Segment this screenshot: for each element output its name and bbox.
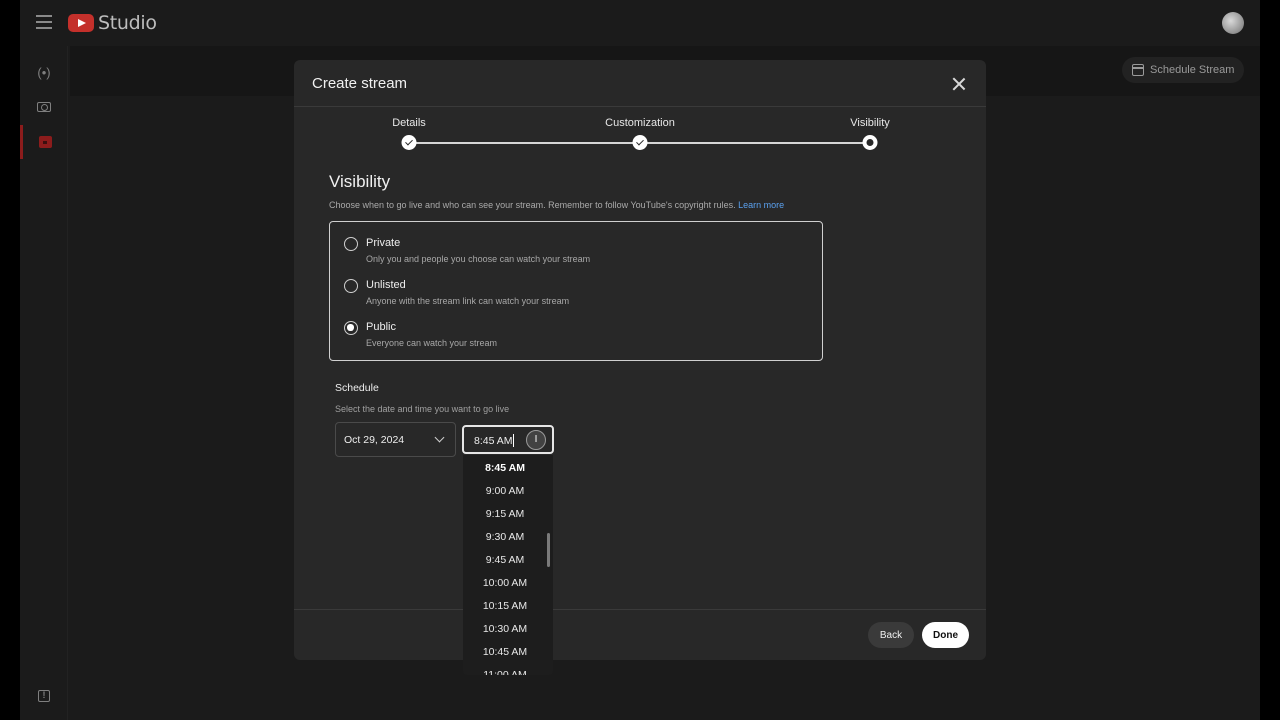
time-option[interactable]: 9:45 AM — [463, 548, 547, 571]
done-button[interactable]: Done — [922, 622, 969, 648]
public-description: Everyone can watch your stream — [366, 338, 498, 348]
back-button[interactable]: Back — [868, 622, 914, 648]
footer-divider — [294, 609, 986, 610]
sidebar-item-manage[interactable] — [20, 125, 68, 159]
time-value: 8:45 AM — [474, 435, 513, 447]
chevron-down-icon — [434, 432, 445, 443]
text-caret — [513, 434, 514, 447]
public-label: Public — [366, 321, 396, 333]
live-broadcast-icon[interactable]: (•) — [20, 55, 68, 89]
visibility-description: Choose when to go live and who can see y… — [329, 200, 784, 210]
time-input[interactable]: 8:45 AM I — [462, 425, 554, 454]
schedule-stream-label: Schedule Stream — [1150, 64, 1235, 76]
time-list-scrollbar[interactable] — [547, 533, 550, 567]
studio-logo[interactable]: Studio — [68, 12, 157, 34]
avatar[interactable] — [1222, 12, 1244, 34]
unlisted-description: Anyone with the stream link can watch yo… — [366, 296, 570, 306]
date-value: Oct 29, 2024 — [344, 434, 405, 446]
visibility-option-private[interactable]: Private Only you and people you choose c… — [344, 232, 794, 268]
time-option[interactable]: 11:00 AM — [463, 663, 547, 676]
unlisted-radio[interactable] — [344, 279, 358, 293]
calendar-icon — [1132, 64, 1144, 76]
dialog-header: Create stream — [294, 60, 986, 107]
close-icon[interactable] — [948, 73, 970, 95]
time-option[interactable]: 9:30 AM — [463, 525, 547, 548]
menu-icon[interactable] — [36, 15, 52, 29]
time-option[interactable]: 10:30 AM — [463, 617, 547, 640]
date-picker[interactable]: Oct 29, 2024 — [335, 422, 456, 457]
time-dropdown-list[interactable]: 8:45 AM 9:00 AM 9:15 AM 9:30 AM 9:45 AM … — [463, 455, 553, 675]
visibility-description-text: Choose when to go live and who can see y… — [329, 200, 736, 210]
step-customization-check-icon[interactable] — [632, 135, 648, 150]
visibility-options: Private Only you and people you choose c… — [329, 221, 823, 361]
calendar-icon — [39, 136, 52, 148]
text-cursor-icon: I — [526, 430, 546, 450]
private-description: Only you and people you choose can watch… — [366, 254, 591, 264]
time-option[interactable]: 9:15 AM — [463, 502, 547, 525]
step-details-check-icon[interactable] — [401, 135, 417, 150]
step-visibility-label[interactable]: Visibility — [850, 117, 890, 129]
schedule-stream-button[interactable]: Schedule Stream — [1122, 57, 1245, 83]
time-option[interactable]: 10:45 AM — [463, 640, 547, 663]
schedule-title: Schedule — [335, 382, 379, 394]
camera-icon — [37, 102, 51, 112]
step-details-label[interactable]: Details — [392, 117, 426, 129]
visibility-title: Visibility — [329, 172, 391, 191]
private-radio[interactable] — [344, 237, 358, 251]
dialog-title: Create stream — [312, 75, 408, 92]
step-visibility-current-icon[interactable] — [862, 135, 878, 150]
logo-text: Studio — [98, 12, 157, 34]
sidebar-item-camera[interactable] — [20, 90, 68, 124]
time-option[interactable]: 10:15 AM — [463, 594, 547, 617]
unlisted-label: Unlisted — [366, 279, 406, 291]
create-stream-dialog: Create stream Details Customization Visi… — [294, 60, 986, 660]
learn-more-link[interactable]: Learn more — [738, 200, 784, 210]
visibility-option-public[interactable]: Public Everyone can watch your stream — [344, 316, 794, 352]
feedback-icon[interactable]: ! — [38, 690, 50, 702]
time-option[interactable]: 10:00 AM — [463, 571, 547, 594]
time-option[interactable]: 9:00 AM — [463, 479, 547, 502]
public-radio[interactable] — [344, 321, 358, 335]
top-bar: Studio — [20, 0, 1260, 46]
visibility-option-unlisted[interactable]: Unlisted Anyone with the stream link can… — [344, 274, 794, 310]
step-customization-label[interactable]: Customization — [605, 117, 675, 129]
sidebar: (•) — [20, 46, 68, 720]
time-option[interactable]: 8:45 AM — [463, 456, 547, 479]
youtube-logo-icon — [68, 14, 94, 32]
private-label: Private — [366, 237, 401, 249]
schedule-description: Select the date and time you want to go … — [335, 404, 510, 414]
